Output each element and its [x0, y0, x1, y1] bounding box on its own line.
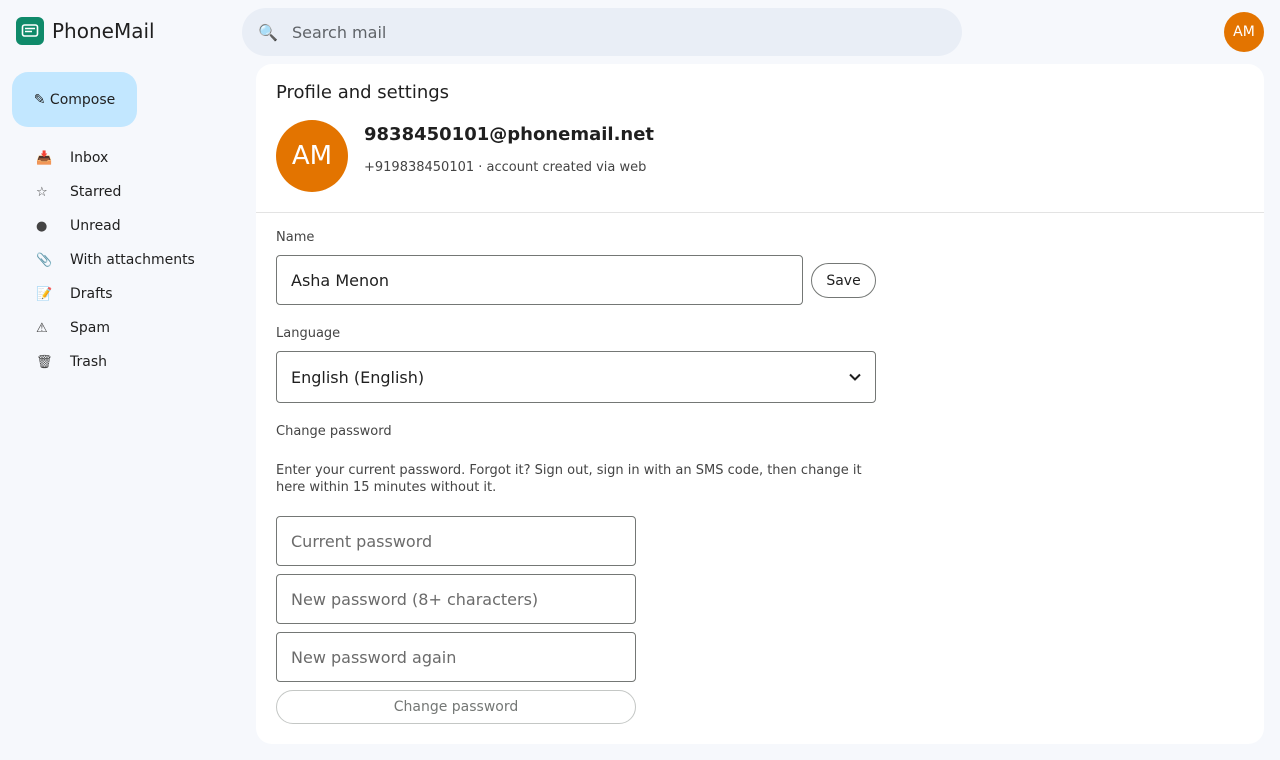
inbox-icon: 📥	[36, 150, 53, 166]
sidebar-item-trash[interactable]: 🗑 Trash	[0, 345, 240, 379]
sidebar-item-label: With attachments	[70, 252, 195, 268]
current-password-field[interactable]	[276, 516, 636, 566]
password-help-text: Enter your current password. Forgot it? …	[276, 463, 862, 495]
sidebar-item-label: Trash	[70, 354, 107, 370]
sidebar-item-with-attachments[interactable]: 📎 With attachments	[0, 243, 240, 277]
sidebar-item-drafts[interactable]: 📝 Drafts	[0, 277, 240, 311]
profile-subtitle: +919838450101 · account created via web	[364, 160, 647, 175]
warning-icon: ⚠	[36, 320, 48, 336]
compose-button[interactable]: ✎ Compose	[12, 72, 137, 127]
profile-avatar: AM	[276, 120, 348, 192]
sidebar-item-label: Inbox	[70, 150, 109, 166]
confirm-password-field[interactable]	[276, 632, 636, 682]
app-name: PhoneMail	[52, 19, 155, 43]
paperclip-icon: 📎	[36, 252, 53, 268]
unread-dot-icon: ●	[36, 218, 48, 234]
save-button[interactable]: Save	[811, 263, 876, 298]
search-icon[interactable]: 🔍	[258, 23, 278, 42]
name-label: Name	[276, 230, 315, 245]
language-label: Language	[276, 326, 341, 341]
draft-icon: 📝	[36, 286, 53, 302]
new-password-field[interactable]	[276, 574, 636, 624]
sidebar-item-label: Drafts	[70, 286, 113, 302]
sidebar-item-label: Unread	[70, 218, 121, 234]
search-input[interactable]	[292, 22, 932, 42]
settings-panel: Profile and settings AM 9838450101@phone…	[256, 64, 1264, 744]
page-title: Profile and settings	[276, 82, 450, 103]
profile-email: 9838450101@phonemail.net	[364, 124, 655, 145]
sidebar-item-starred[interactable]: ☆ Starred	[0, 175, 240, 209]
search-bar: 🔍	[242, 8, 962, 56]
divider	[256, 212, 1264, 213]
account-avatar[interactable]: AM	[1224, 12, 1264, 52]
language-value: English (English)	[291, 367, 425, 387]
sidebar-item-label: Spam	[70, 320, 110, 336]
sidebar-item-inbox[interactable]: 📥 Inbox	[0, 141, 240, 175]
sidebar-item-unread[interactable]: ● Unread	[0, 209, 240, 243]
brand[interactable]: PhoneMail	[16, 16, 155, 46]
star-icon: ☆	[36, 184, 48, 200]
sidebar-item-label: Starred	[70, 184, 122, 200]
change-password-button[interactable]: Change password	[276, 690, 636, 724]
sidebar-nav: 📥 Inbox ☆ Starred ● Unread 📎 With attach…	[0, 141, 240, 379]
password-section-label: Change password	[276, 424, 392, 439]
chevron-down-icon	[849, 370, 861, 384]
name-field[interactable]	[276, 255, 803, 305]
mail-envelope-icon	[16, 17, 44, 45]
sidebar-item-spam[interactable]: ⚠ Spam	[0, 311, 240, 345]
trash-icon: 🗑	[36, 354, 53, 370]
language-select[interactable]: English (English)	[276, 351, 876, 403]
